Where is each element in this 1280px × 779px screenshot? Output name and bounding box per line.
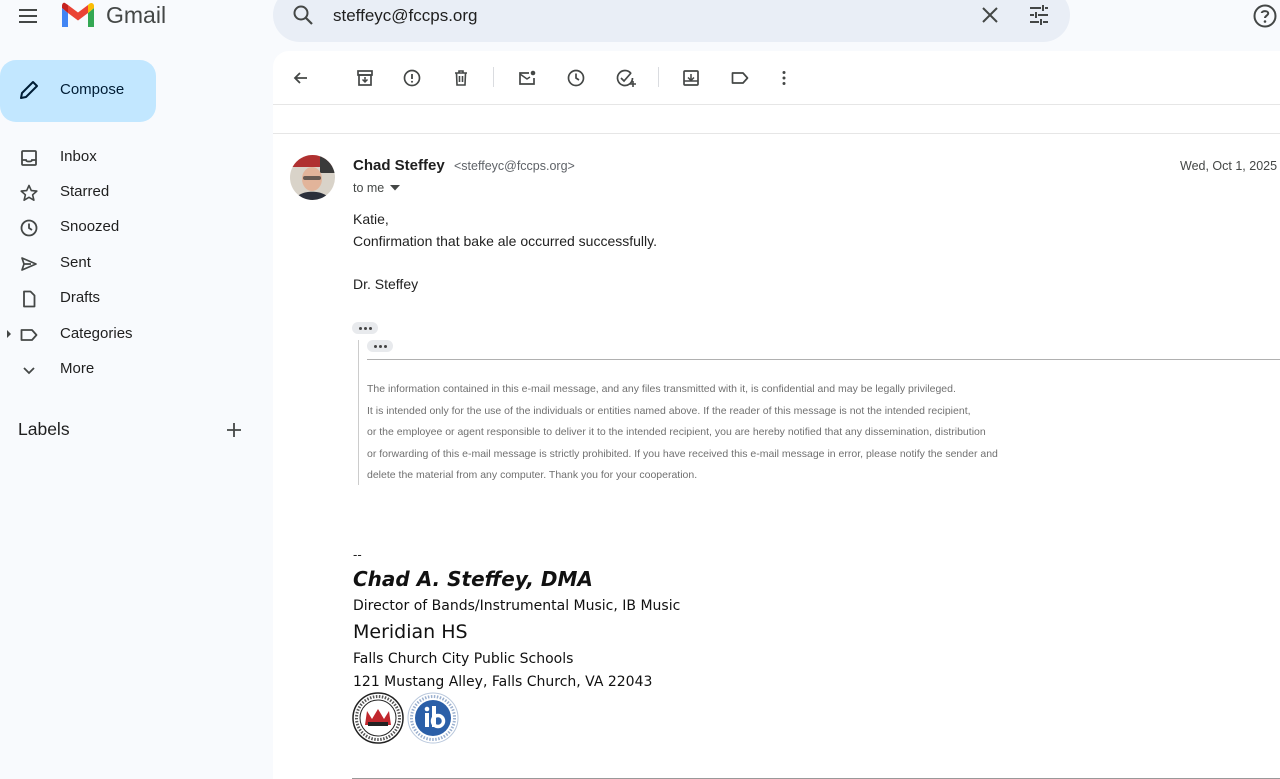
send-icon xyxy=(19,254,39,274)
compose-label: Compose xyxy=(60,81,125,98)
back-arrow-icon[interactable] xyxy=(291,68,311,88)
signature-school: Meridian HS xyxy=(353,621,468,643)
show-trimmed-content-button[interactable] xyxy=(352,322,378,334)
recipient-details[interactable]: to me xyxy=(353,181,401,195)
caret-down-icon[interactable] xyxy=(390,185,401,191)
inbox-icon xyxy=(19,148,39,168)
move-to-icon[interactable] xyxy=(681,68,701,88)
sidebar-item-label: Starred xyxy=(60,183,110,200)
search-input[interactable] xyxy=(333,3,933,29)
signature-separator: -- xyxy=(353,547,362,562)
closing-text: Dr. Steffey xyxy=(353,276,419,292)
quote-divider xyxy=(367,359,1280,360)
school-seal-logo xyxy=(352,692,404,744)
sidebar-item-starred[interactable]: Starred xyxy=(0,176,256,208)
report-spam-icon[interactable] xyxy=(402,68,422,88)
gmail-m-icon xyxy=(62,2,94,27)
sidebar-item-inbox[interactable]: Inbox xyxy=(0,141,256,173)
body-text: Confirmation that bake ale occurred succ… xyxy=(353,233,657,249)
sidebar-item-more[interactable]: More xyxy=(0,353,256,385)
more-options-icon[interactable] xyxy=(774,68,794,88)
mark-unread-icon[interactable] xyxy=(517,68,537,88)
snooze-icon[interactable] xyxy=(566,68,586,88)
avatar[interactable] xyxy=(290,155,335,200)
app-name: Gmail xyxy=(106,2,167,28)
signature-role: Director of Bands/Instrumental Music, IB… xyxy=(353,598,681,614)
pencil-icon xyxy=(18,79,40,101)
greeting-text: Katie, xyxy=(353,211,389,227)
disclaimer-line: The information contained in this e-mail… xyxy=(367,383,956,395)
star-icon xyxy=(19,183,39,203)
add-label-icon[interactable] xyxy=(224,420,244,440)
disclaimer-line: delete the material from any computer. T… xyxy=(367,469,698,481)
sidebar-item-label: Sent xyxy=(60,254,91,271)
draft-icon xyxy=(19,289,39,309)
sidebar-item-label: More xyxy=(60,360,95,377)
labels-heading: Labels xyxy=(18,419,70,439)
disclaimer-line: or forwarding of this e-mail message is … xyxy=(367,448,998,460)
sidebar-item-label: Drafts xyxy=(60,289,101,306)
message-date: Wed, Oct 1, 2025 xyxy=(1180,159,1278,173)
compose-button[interactable]: Compose xyxy=(0,60,156,122)
toolbar-divider xyxy=(658,67,659,87)
gmail-logo[interactable]: Gmail xyxy=(60,2,166,29)
main-menu-button[interactable] xyxy=(8,0,48,36)
signature-address: 121 Mustang Alley, Falls Church, VA 2204… xyxy=(353,674,653,690)
hamburger-icon xyxy=(19,9,37,23)
message-view: Chad Steffey <steffeyc@fccps.org> to me … xyxy=(273,51,1280,779)
sidebar-item-drafts[interactable]: Drafts xyxy=(0,282,256,314)
sidebar-item-snoozed[interactable]: Snoozed xyxy=(0,211,256,243)
help-icon[interactable] xyxy=(1252,3,1278,29)
message-divider-line xyxy=(273,133,1280,134)
label-icon xyxy=(19,325,39,345)
clear-search-icon[interactable] xyxy=(979,4,1001,26)
sender-name[interactable]: Chad Steffey xyxy=(353,157,445,174)
search-options-icon[interactable] xyxy=(1027,3,1051,27)
disclaimer-line: or the employee or agent responsible to … xyxy=(367,426,986,438)
sender-email: <steffeyc@fccps.org> xyxy=(454,159,575,173)
sidebar-item-label: Inbox xyxy=(60,148,97,165)
disclaimer-line: It is intended only for the use of the i… xyxy=(367,405,971,417)
toolbar-divider xyxy=(493,67,494,87)
ib-logo xyxy=(407,692,459,744)
show-quoted-content-button[interactable] xyxy=(367,340,393,352)
sidebar-item-label: Snoozed xyxy=(60,218,120,235)
expand-caret-icon[interactable] xyxy=(6,329,12,339)
search-bar[interactable] xyxy=(273,0,1070,42)
sidebar-item-categories[interactable]: Categories xyxy=(0,318,256,350)
sidebar-item-label: Categories xyxy=(60,325,133,342)
clock-icon xyxy=(19,218,39,238)
chevron-down-icon xyxy=(19,360,39,380)
quote-bar xyxy=(358,340,359,485)
delete-icon[interactable] xyxy=(451,68,471,88)
recipient-text: to me xyxy=(353,181,385,195)
sidebar-item-sent[interactable]: Sent xyxy=(0,247,256,279)
archive-icon[interactable] xyxy=(355,68,375,88)
add-task-icon[interactable] xyxy=(615,68,636,88)
search-icon[interactable] xyxy=(291,3,315,27)
toolbar-divider-line xyxy=(273,104,1280,105)
signature-district: Falls Church City Public Schools xyxy=(353,651,574,667)
signature-name: Chad A. Steffey, DMA xyxy=(353,567,593,591)
labels-icon[interactable] xyxy=(730,68,750,88)
